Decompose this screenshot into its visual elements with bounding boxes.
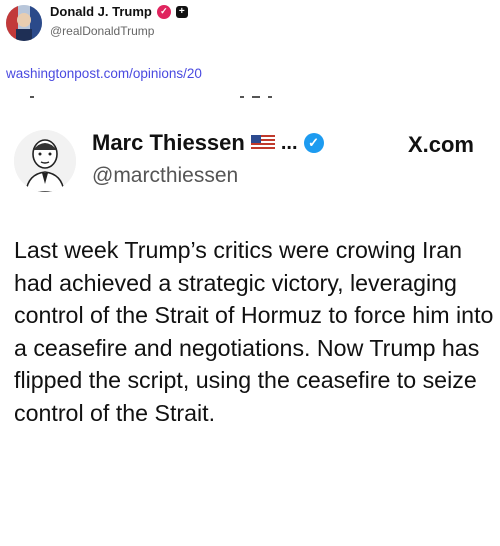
embed-name-row: Marc Thiessen ... ✓ [92,130,324,156]
embed-avatar [14,130,76,192]
embed-post-text: Last week Trump’s critics were crowing I… [14,237,494,426]
author-avatar[interactable] [6,5,42,41]
source-label: X.com [407,132,474,157]
blue-check-icon: ✓ [303,133,324,153]
us-flag-icon [250,135,275,151]
cropped-text-fragment [0,96,500,104]
verified-badge-icon: ✓ [156,4,171,19]
article-link[interactable]: washingtonpost.com/opinions/20 [6,66,202,81]
name-truncation-ellipsis: ... [280,131,298,154]
post-header: Donald J. Trump ✓ + @realDonaldTrump [0,0,500,60]
plus-badge-icon: + [175,5,188,18]
embedded-post-card[interactable]: Marc Thiessen ... ✓ X.com @marcthiessen … [0,108,500,546]
embed-author-handle: @marcthiessen [92,164,239,187]
author-handle[interactable]: @realDonaldTrump [50,24,154,38]
author-name[interactable]: Donald J. Trump [50,4,152,19]
embed-author-name: Marc Thiessen [92,130,245,155]
author-name-row: Donald J. Trump ✓ + [50,4,188,19]
